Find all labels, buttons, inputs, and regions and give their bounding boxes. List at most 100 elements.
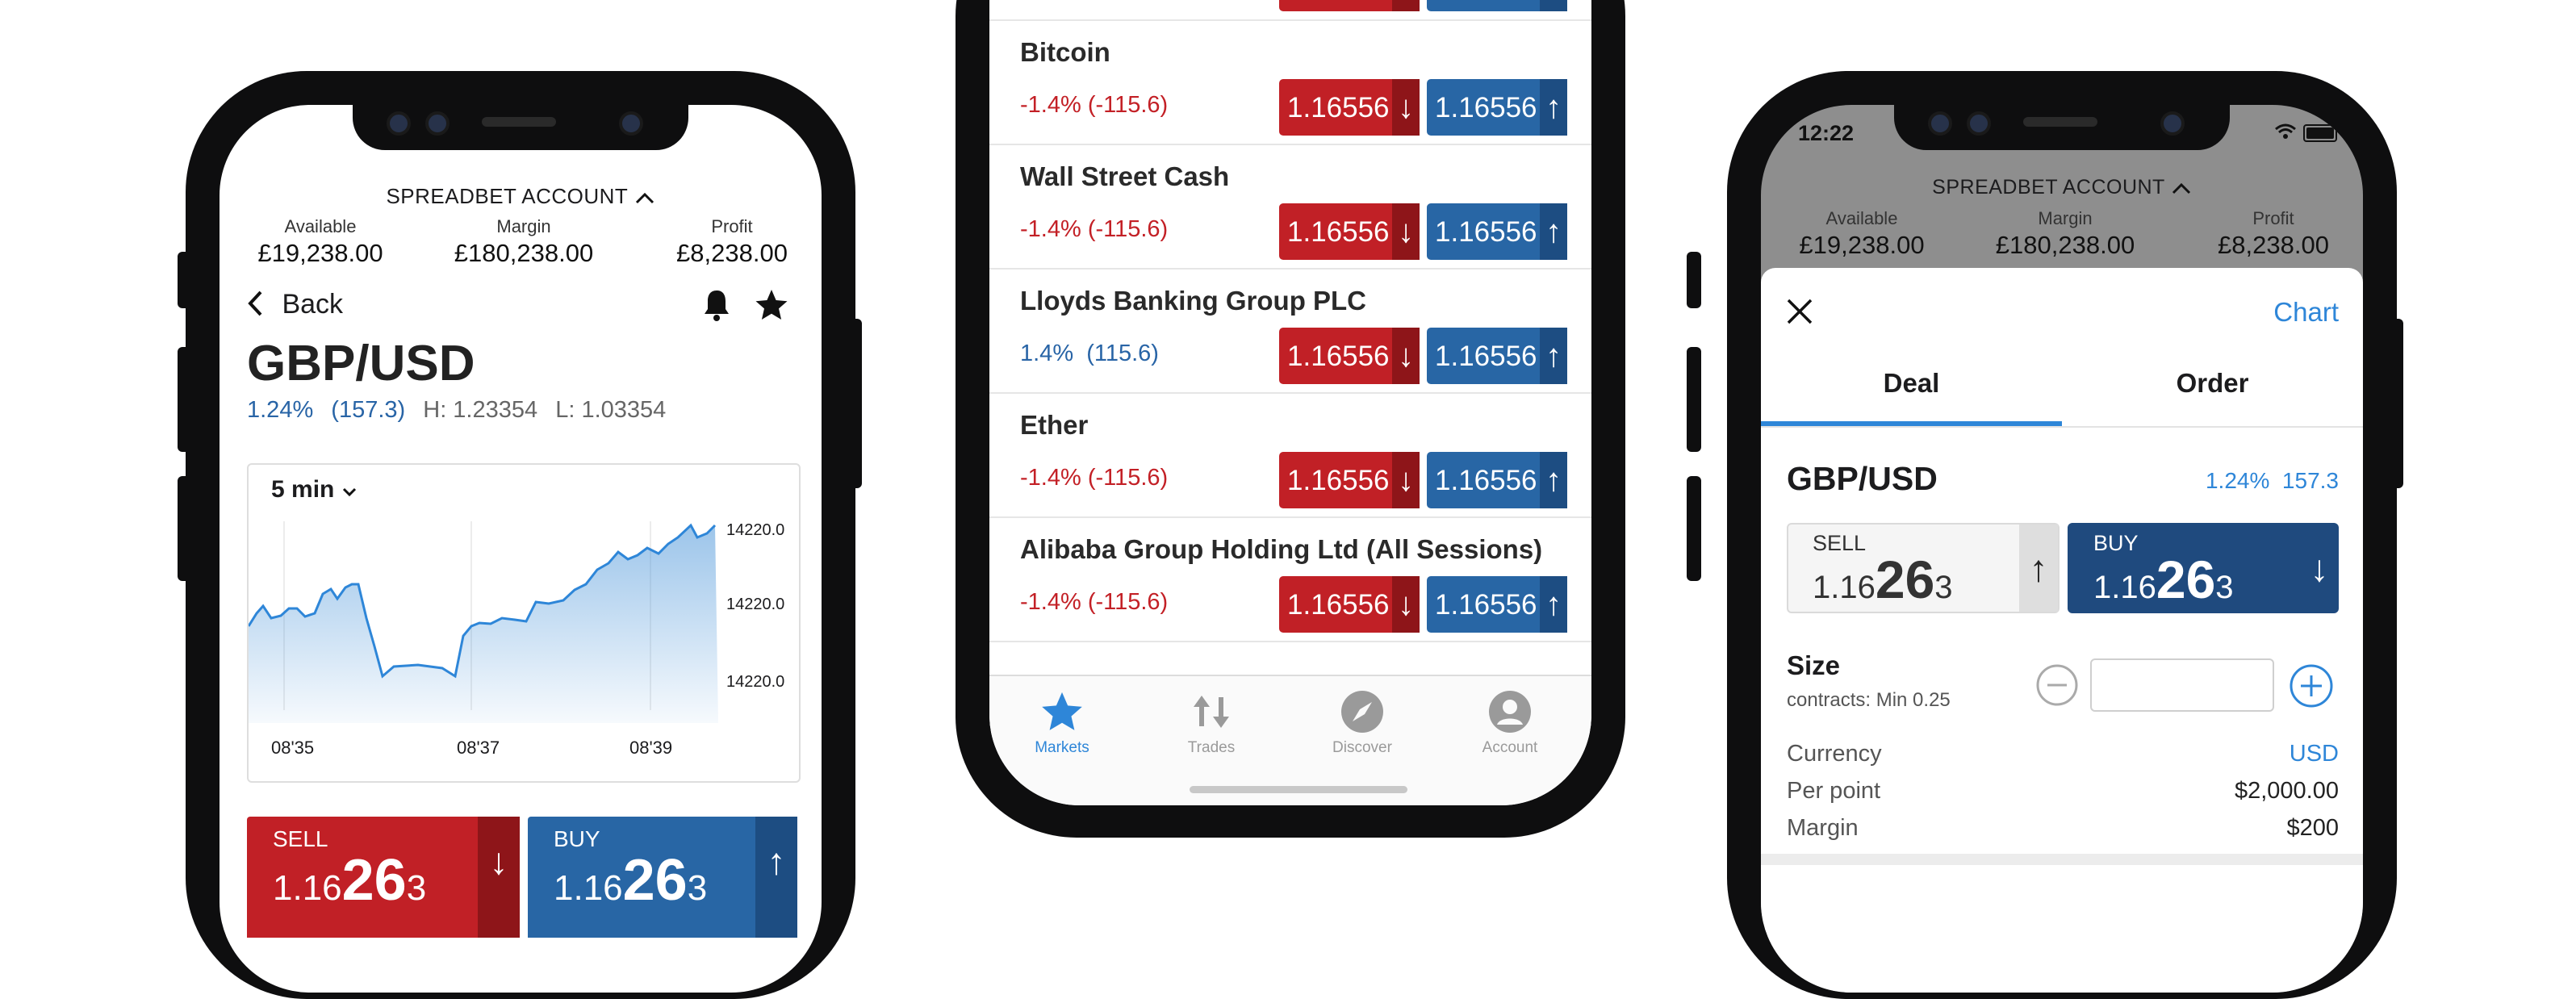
market-row[interactable]: Wall Street Cash -1.4% (-115.6) 1.16556 ↓ 1.…	[989, 144, 1591, 270]
market-change: 1.4% (115.6)	[1020, 341, 1159, 366]
sell-price-button[interactable]: 1.16556↓	[1279, 0, 1420, 11]
stat-value: £8,238.00	[676, 239, 788, 267]
low-value: L: 1.03354	[555, 397, 667, 423]
phone-2-screen: 1.4% (115.6)1.16556↓1.16556↑Bitcoin-1.4%…	[989, 0, 1591, 805]
buy-button[interactable]: BUY 1.16263 ↓	[2068, 523, 2339, 613]
sell-price: 1.16556	[1287, 341, 1390, 372]
divider	[1761, 854, 2363, 865]
sell-price: 1.16556	[1287, 92, 1390, 123]
sell-price: 1.16556	[1287, 465, 1390, 496]
arrow-down-icon: ↓	[1392, 0, 1420, 11]
tab-markets[interactable]: Markets	[989, 689, 1135, 757]
buy-price: 1.16556	[1435, 465, 1537, 496]
stat-available: Available £19,238.00	[236, 216, 405, 268]
star-icon[interactable]	[754, 287, 789, 323]
buy-price-button[interactable]: 1.16556↑	[1427, 576, 1567, 633]
market-name: Alibaba Group Holding Ltd (All Sessions)	[1020, 534, 1543, 564]
market-row[interactable]: Ether -1.4% (-115.6) 1.16556 ↓ 1.16556 ↑	[989, 392, 1591, 518]
buy-price: 1.16556	[1435, 216, 1537, 248]
arrow-up-icon: ↑	[2019, 525, 2058, 612]
arrow-up-icon: ↑	[1540, 203, 1567, 260]
tab-label: Markets	[1035, 739, 1089, 756]
stat-margin: Margin £180,238.00	[431, 216, 617, 268]
sell-price-button[interactable]: 1.16556↓	[1279, 79, 1420, 136]
chevron-up-icon	[2172, 183, 2190, 194]
buy-price-button[interactable]: 1.16556↑	[1427, 452, 1567, 508]
market-row[interactable]: Bitcoin -1.4% (-115.6) 1.16556 ↓ 1.16556 ↑	[989, 19, 1591, 145]
tab-account[interactable]: Account	[1437, 689, 1583, 757]
divider	[1761, 426, 2363, 428]
stat-value: £19,238.00	[257, 239, 383, 267]
stat-available: Available £19,238.00	[1777, 208, 1947, 260]
stat-label: Profit	[2252, 208, 2294, 228]
chart-link[interactable]: Chart	[2273, 297, 2339, 328]
market-change: -1.4% (-115.6)	[1020, 589, 1169, 615]
tab-label: Trades	[1187, 739, 1236, 756]
arrow-down-icon: ↓	[2310, 547, 2329, 589]
sell-price-button[interactable]: 1.16556↓	[1279, 203, 1420, 260]
tab-deal[interactable]: Deal	[1761, 368, 2062, 399]
status-time: 12:22	[1798, 121, 1855, 145]
arrow-up-icon: ↑	[1540, 328, 1567, 384]
sell-price-button[interactable]: 1.16556↓	[1279, 452, 1420, 508]
phone-1-screen: SPREADBET ACCOUNT Available £19,238.00 M…	[220, 105, 822, 993]
buy-price-button[interactable]: 1.16556↑	[1427, 328, 1567, 384]
back-button[interactable]: Back	[245, 289, 343, 321]
market-change: -1.4% (-115.6)	[1020, 92, 1169, 118]
stat-label: Margin	[496, 216, 551, 236]
detail-label: Per point	[1787, 778, 1881, 804]
buy-price: 1.16263	[554, 848, 708, 913]
arrow-down-icon: ↓	[1392, 452, 1420, 508]
buy-price: 1.16263	[2093, 550, 2234, 609]
buy-price-button[interactable]: 1.16556↑	[1427, 0, 1567, 11]
buy-price-button[interactable]: 1.16556↑	[1427, 203, 1567, 260]
market-row[interactable]: Alibaba Group Holding Ltd (All Sessions)…	[989, 516, 1591, 642]
sell-button[interactable]: SELL 1.16263 ↓	[247, 817, 520, 938]
market-row[interactable]: Lloyds Banking Group PLC 1.4% (115.6) 1.16…	[989, 268, 1591, 394]
close-icon[interactable]	[1785, 297, 1814, 326]
buy-price-button[interactable]: 1.16556↑	[1427, 79, 1567, 136]
tab-discover[interactable]: Discover	[1290, 689, 1435, 757]
chevron-up-icon	[635, 193, 654, 204]
y-tick-label: 14220.0	[726, 596, 785, 613]
arrow-up-icon: ↑	[755, 817, 797, 938]
arrow-up-icon: ↑	[1540, 79, 1567, 136]
size-input[interactable]	[2090, 658, 2274, 712]
account-selector[interactable]: SPREADBET ACCOUNT	[1761, 176, 2363, 199]
minus-circle-icon[interactable]	[2035, 663, 2079, 707]
account-selector[interactable]: SPREADBET ACCOUNT	[220, 184, 822, 209]
arrow-up-icon: ↑	[1540, 0, 1567, 11]
tab-trades[interactable]: Trades	[1139, 689, 1284, 757]
y-tick-label: 14220.0	[726, 521, 785, 539]
tab-order[interactable]: Order	[2062, 368, 2363, 399]
x-tick-label: 08'37	[457, 738, 500, 758]
phone-3-screen: 12:22 SPREADBET ACCOUNT Available £19,23…	[1761, 105, 2363, 993]
detail-label: Currency	[1787, 741, 1882, 767]
market-name: Bitcoin	[1020, 37, 1110, 67]
plus-circle-icon[interactable]	[2289, 663, 2334, 708]
bell-icon[interactable]	[700, 287, 733, 323]
battery-icon	[2303, 124, 2337, 142]
mute-switch	[1687, 252, 1701, 308]
stat-value: £180,238.00	[454, 239, 594, 267]
arrow-down-icon: ↓	[1392, 576, 1420, 633]
market-title: GBP/USD	[247, 336, 475, 391]
wifi-icon	[2275, 123, 2296, 139]
back-label: Back	[282, 289, 344, 320]
sell-price-button[interactable]: 1.16556↓	[1279, 576, 1420, 633]
star-icon	[1042, 692, 1082, 730]
market-name: Wall Street Cash	[1020, 161, 1230, 191]
sell-price-button[interactable]: 1.16556↓	[1279, 328, 1420, 384]
account-label: SPREADBET ACCOUNT	[1932, 176, 2165, 199]
buy-button[interactable]: BUY 1.16263 ↑	[528, 817, 797, 938]
market-list: 1.4% (115.6)1.16556↓1.16556↑Bitcoin-1.4%…	[989, 0, 1591, 675]
stat-value: £19,238.00	[1799, 231, 1925, 259]
currency-selector[interactable]: USD	[2290, 741, 2339, 767]
market-stats: 1.24% (157.3) H: 1.23354 L: 1.03354	[247, 397, 666, 424]
sell-button[interactable]: SELL 1.16263 ↑	[1787, 523, 2060, 613]
size-label: Size	[1787, 650, 1841, 680]
volume-down-button	[1687, 476, 1701, 581]
tab-label: Discover	[1332, 739, 1392, 756]
detail-label: Margin	[1787, 815, 1859, 841]
market-row[interactable]: 1.4% (115.6)1.16556↓1.16556↑	[989, 0, 1591, 21]
